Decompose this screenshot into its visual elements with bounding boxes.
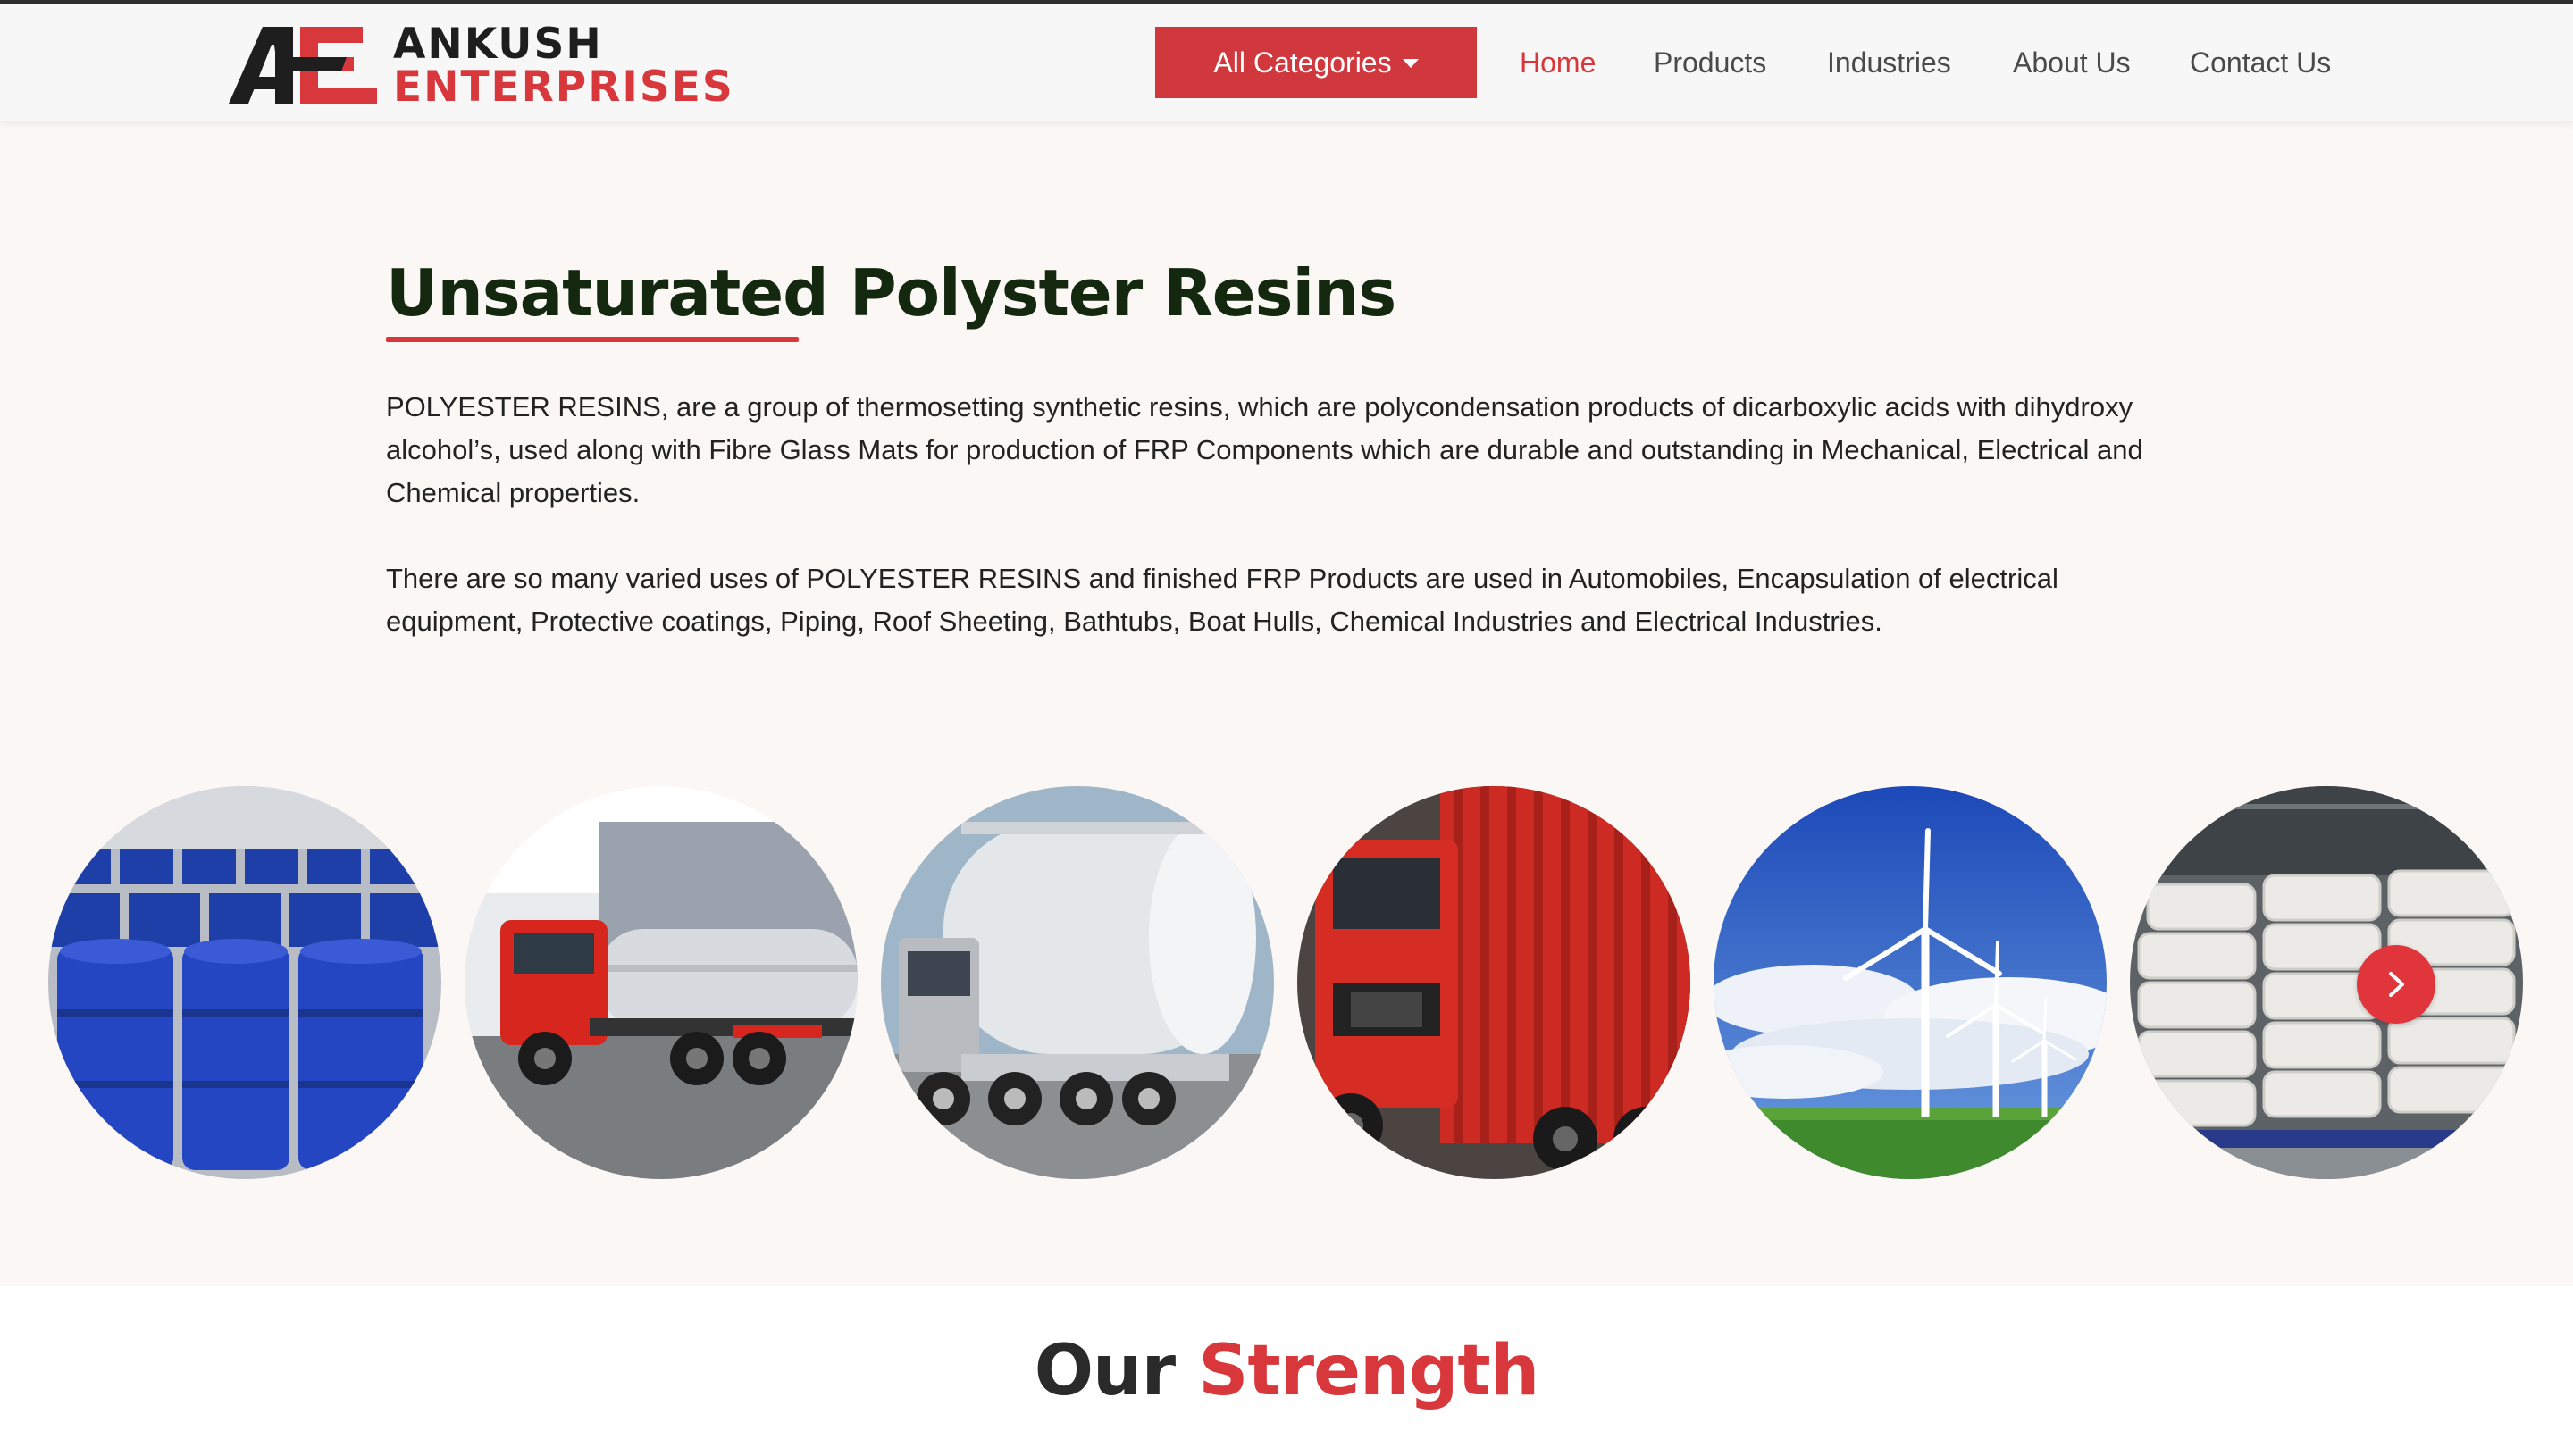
chevron-right-icon <box>2389 972 2404 997</box>
nav-products[interactable]: Products <box>1654 27 1766 98</box>
steel-tanker-image <box>881 786 1274 1179</box>
carousel-item-white-sacks[interactable] <box>2130 786 2523 1179</box>
title-underline <box>386 337 799 342</box>
page-title-part1: Unsaturated <box>386 255 829 331</box>
page-title-part2: Polyster Resins <box>849 255 1396 331</box>
red-cargo-truck-image <box>1297 786 1690 1179</box>
description-paragraph-2: There are so many varied uses of POLYEST… <box>386 563 2058 637</box>
carousel-next-button[interactable] <box>2357 945 2435 1024</box>
our-strength-heading-accent: Strength <box>1198 1331 1539 1411</box>
ae-logo-icon <box>229 27 377 104</box>
nav-contact-us[interactable]: Contact Us <box>2190 27 2331 98</box>
page-title: Unsaturated Polyster Resins <box>386 255 1396 331</box>
carousel-item-red-tanker-truck[interactable] <box>465 786 858 1179</box>
site-header: ANKUSH ENTERPRISES All Categories Home P… <box>0 4 2573 121</box>
brand-name-line1: ANKUSH <box>393 20 603 69</box>
brand-name-line2: ENTERPRISES <box>393 63 734 112</box>
blue-drums-image <box>48 786 441 1179</box>
our-strength-heading: Our Strength <box>0 1331 2573 1411</box>
nav-industries[interactable]: Industries <box>1827 27 1951 98</box>
all-categories-label: All Categories <box>1213 46 1392 79</box>
nav-about-us[interactable]: About Us <box>2013 27 2131 98</box>
carousel-item-red-cargo-truck[interactable] <box>1297 786 1690 1179</box>
white-sacks-warehouse-image <box>2130 786 2523 1179</box>
our-strength-heading-part1: Our <box>1034 1331 1199 1411</box>
carousel-item-blue-drums[interactable] <box>48 786 441 1179</box>
carousel-item-steel-tanker[interactable] <box>881 786 1274 1179</box>
nav-home[interactable]: Home <box>1520 27 1596 98</box>
caret-down-icon <box>1402 59 1419 68</box>
description-paragraph-1: POLYESTER RESINS, are a group of thermos… <box>386 391 2143 508</box>
all-categories-dropdown[interactable]: All Categories <box>1155 27 1477 98</box>
carousel-item-wind-turbines[interactable] <box>1714 786 2107 1179</box>
wind-turbines-image <box>1714 786 2107 1179</box>
red-tanker-truck-image <box>465 786 858 1179</box>
brand-logo[interactable]: ANKUSH ENTERPRISES <box>229 18 733 112</box>
